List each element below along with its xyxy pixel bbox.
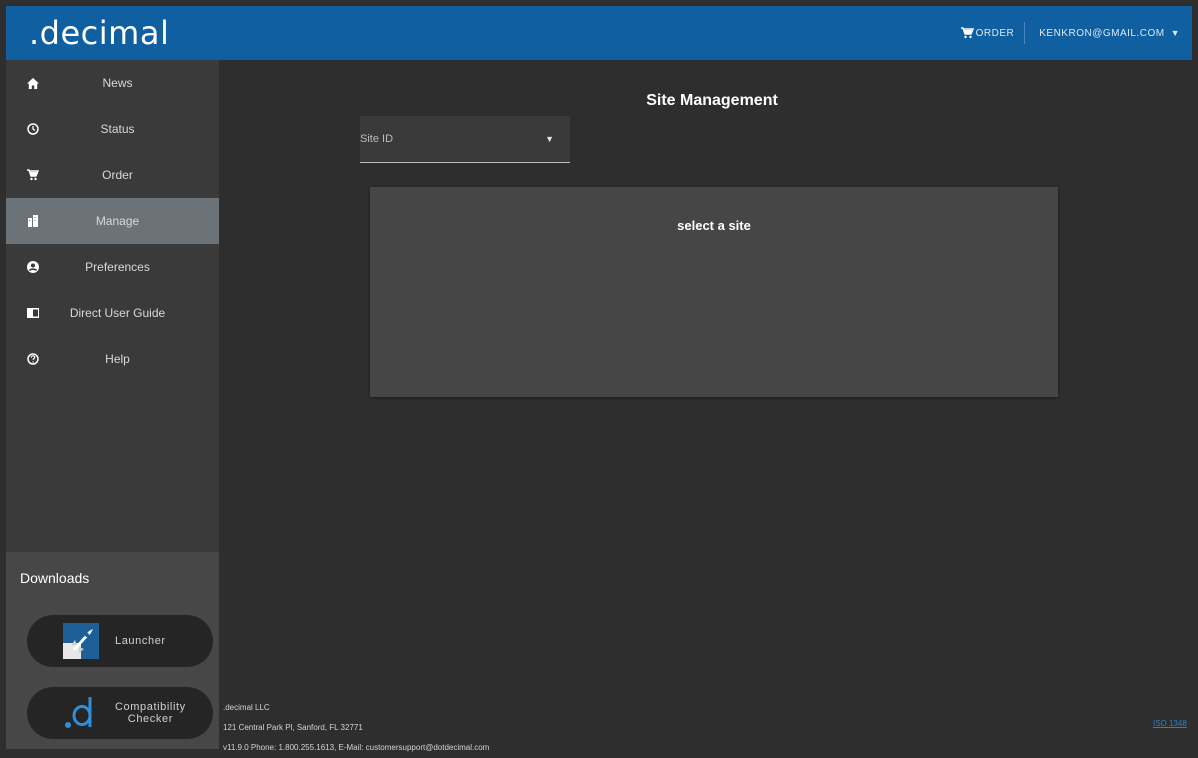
- chevron-down-icon: ▼: [545, 134, 554, 144]
- header-bar: .decimal ORDER KENKRON@GMAIL.COM ▼: [6, 6, 1192, 60]
- sidebar-item-direct-user-guide[interactable]: Direct User Guide: [6, 290, 219, 336]
- order-label: ORDER: [975, 27, 1015, 39]
- footer-company: .decimal LLC: [223, 703, 270, 712]
- account-icon: [26, 260, 40, 274]
- footer-address: 121 Central Park Pl, Sanford, FL 32771: [223, 723, 363, 732]
- launcher-label: Launcher: [115, 635, 166, 647]
- main-content: Site Management Site ID ▼ select a site …: [219, 60, 1192, 752]
- cart-icon: [26, 168, 40, 182]
- site-id-select[interactable]: Site ID ▼: [360, 116, 570, 163]
- compatibility-label-line2: Checker: [127, 713, 173, 725]
- help-icon: [26, 352, 40, 366]
- home-icon: [26, 76, 40, 90]
- sidebar-item-status[interactable]: Status: [6, 106, 219, 152]
- decimal-d-icon: [61, 693, 101, 733]
- site-id-label: Site ID: [360, 133, 394, 145]
- compatibility-checker-download-button[interactable]: Compatibility Checker: [27, 687, 213, 739]
- footer: .decimal LLC 121 Central Park Pl, Sanfor…: [223, 698, 489, 758]
- select-site-message: select a site: [677, 218, 751, 233]
- sidebar-item-help[interactable]: Help: [6, 336, 219, 382]
- page-title: Site Management: [646, 92, 778, 109]
- account-email: KENKRON@GMAIL.COM: [1039, 27, 1165, 39]
- clock-icon: [26, 122, 40, 136]
- order-button[interactable]: ORDER: [951, 27, 1025, 39]
- site-details-panel: select a site: [370, 187, 1058, 397]
- compatibility-label-line1: Compatibility: [115, 701, 186, 713]
- buildings-icon: [26, 214, 40, 228]
- launcher-download-button[interactable]: Launcher: [27, 615, 213, 667]
- rocket-icon: [61, 621, 101, 661]
- footer-contact: v11.9.0 Phone: 1.800.255.1613, E-Mail: c…: [223, 743, 490, 752]
- header-actions: ORDER KENKRON@GMAIL.COM ▼: [951, 6, 1192, 60]
- iso-link[interactable]: ISO 1348: [1153, 719, 1187, 728]
- cart-icon: [960, 27, 974, 39]
- downloads-title: Downloads: [20, 570, 90, 586]
- chevron-down-icon: ▼: [1170, 28, 1180, 38]
- sidebar-item-order[interactable]: Order: [6, 152, 219, 198]
- sidebar-item-news[interactable]: News: [6, 60, 219, 106]
- downloads-panel: Downloads Launcher Compatibility Checker: [6, 552, 219, 749]
- sidebar-item-preferences[interactable]: Preferences: [6, 244, 219, 290]
- sidebar: News Status Order Manage Preferences Dir…: [6, 60, 219, 749]
- book-icon: [26, 306, 40, 320]
- decimal-logo[interactable]: .decimal: [29, 14, 169, 52]
- sidebar-item-manage[interactable]: Manage: [6, 198, 219, 244]
- compatibility-checker-label: Compatibility Checker: [115, 701, 186, 725]
- account-menu[interactable]: KENKRON@GMAIL.COM ▼: [1025, 28, 1192, 39]
